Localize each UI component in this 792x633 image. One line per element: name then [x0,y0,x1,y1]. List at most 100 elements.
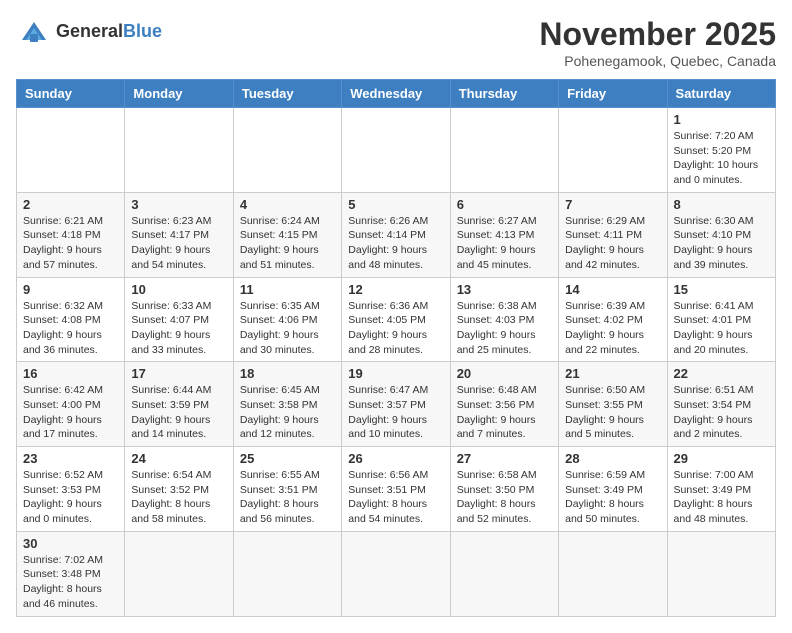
day-info: Sunrise: 6:52 AMSunset: 3:53 PMDaylight:… [23,468,118,527]
day-number: 1 [674,112,769,127]
calendar-cell: 13Sunrise: 6:38 AMSunset: 4:03 PMDayligh… [450,277,558,362]
day-number: 19 [348,366,443,381]
day-info: Sunrise: 6:48 AMSunset: 3:56 PMDaylight:… [457,383,552,442]
calendar-cell: 10 Sunrise: 6:33 AMSunset: 4:07 PMDayligh… [125,277,233,362]
calendar-cell: 27 Sunrise: 6:58 AMSunset: 3:50 PMDayligh… [450,447,558,532]
day-header-saturday: Saturday [667,80,775,108]
day-number: 16 [23,366,118,381]
day-number: 10 [131,282,226,297]
day-number: 4 [240,197,335,212]
day-number: 7 [565,197,660,212]
day-info: Sunrise: 6:45 AMSunset: 3:58 PMDaylight:… [240,383,335,442]
day-info: Sunrise: 6:39 AMSunset: 4:02 PMDaylight:… [565,299,660,358]
calendar-cell: 30Sunrise: 7:02 AMSunset: 3:48 PMDayligh… [17,531,125,616]
calendar-cell: 26Sunrise: 6:56 AMSunset: 3:51 PMDayligh… [342,447,450,532]
logo-normal: General [56,21,123,41]
day-header-friday: Friday [559,80,667,108]
calendar-cell: 29Sunrise: 7:00 AMSunset: 3:49 PMDayligh… [667,447,775,532]
day-info: Sunrise: 7:02 AMSunset: 3:48 PMDaylight:… [23,553,118,612]
calendar-week-3: 9Sunrise: 6:32 AMSunset: 4:08 PMDaylight… [17,277,776,362]
calendar-cell: 1 Sunrise: 7:20 AMSunset: 5:20 PMDaylight… [667,108,775,193]
header: GeneralBlue November 2025 Pohenegamook, … [16,16,776,69]
calendar-week-5: 23 Sunrise: 6:52 AMSunset: 3:53 PMDayligh… [17,447,776,532]
day-number: 28 [565,451,660,466]
calendar-cell: 16 Sunrise: 6:42 AMSunset: 4:00 PMDayligh… [17,362,125,447]
calendar-cell: 24Sunrise: 6:54 AMSunset: 3:52 PMDayligh… [125,447,233,532]
day-number: 5 [348,197,443,212]
calendar-cell [559,108,667,193]
calendar-cell: 14 Sunrise: 6:39 AMSunset: 4:02 PMDayligh… [559,277,667,362]
day-info: Sunrise: 6:42 AMSunset: 4:00 PMDaylight:… [23,383,118,442]
day-info: Sunrise: 6:41 AMSunset: 4:01 PMDaylight:… [674,299,769,358]
calendar-cell: 18Sunrise: 6:45 AMSunset: 3:58 PMDayligh… [233,362,341,447]
calendar-cell: 25Sunrise: 6:55 AMSunset: 3:51 PMDayligh… [233,447,341,532]
calendar-cell: 28Sunrise: 6:59 AMSunset: 3:49 PMDayligh… [559,447,667,532]
day-info: Sunrise: 6:58 AMSunset: 3:50 PMDaylight:… [457,468,552,527]
location-title: Pohenegamook, Quebec, Canada [539,53,776,69]
day-info: Sunrise: 6:50 AMSunset: 3:55 PMDaylight:… [565,383,660,442]
day-info: Sunrise: 6:21 AMSunset: 4:18 PMDaylight:… [23,214,118,273]
day-number: 3 [131,197,226,212]
day-number: 20 [457,366,552,381]
day-info: Sunrise: 6:35 AMSunset: 4:06 PMDaylight:… [240,299,335,358]
month-title: November 2025 [539,16,776,53]
day-info: Sunrise: 6:29 AMSunset: 4:11 PMDaylight:… [565,214,660,273]
calendar-cell [450,531,558,616]
calendar-cell: 20 Sunrise: 6:48 AMSunset: 3:56 PMDayligh… [450,362,558,447]
calendar-week-4: 16 Sunrise: 6:42 AMSunset: 4:00 PMDayligh… [17,362,776,447]
day-info: Sunrise: 7:20 AMSunset: 5:20 PMDaylight:… [674,129,769,188]
day-info: Sunrise: 6:24 AMSunset: 4:15 PMDaylight:… [240,214,335,273]
calendar-week-2: 2Sunrise: 6:21 AMSunset: 4:18 PMDaylight… [17,192,776,277]
day-info: Sunrise: 6:51 AMSunset: 3:54 PMDaylight:… [674,383,769,442]
calendar-cell [450,108,558,193]
day-info: Sunrise: 6:36 AMSunset: 4:05 PMDaylight:… [348,299,443,358]
calendar-cell [667,531,775,616]
day-header-sunday: Sunday [17,80,125,108]
logo-bold: Blue [123,21,162,41]
calendar-cell: 6 Sunrise: 6:27 AMSunset: 4:13 PMDaylight… [450,192,558,277]
day-info: Sunrise: 6:26 AMSunset: 4:14 PMDaylight:… [348,214,443,273]
calendar-cell: 4 Sunrise: 6:24 AMSunset: 4:15 PMDaylight… [233,192,341,277]
day-info: Sunrise: 6:33 AMSunset: 4:07 PMDaylight:… [131,299,226,358]
calendar-cell [342,108,450,193]
day-number: 23 [23,451,118,466]
day-info: Sunrise: 6:23 AMSunset: 4:17 PMDaylight:… [131,214,226,273]
day-number: 12 [348,282,443,297]
day-info: Sunrise: 6:55 AMSunset: 3:51 PMDaylight:… [240,468,335,527]
day-header-thursday: Thursday [450,80,558,108]
day-info: Sunrise: 6:56 AMSunset: 3:51 PMDaylight:… [348,468,443,527]
title-area: November 2025 Pohenegamook, Quebec, Cana… [539,16,776,69]
calendar-week-6: 30Sunrise: 7:02 AMSunset: 3:48 PMDayligh… [17,531,776,616]
calendar-cell: 23 Sunrise: 6:52 AMSunset: 3:53 PMDayligh… [17,447,125,532]
calendar-cell: 3 Sunrise: 6:23 AMSunset: 4:17 PMDaylight… [125,192,233,277]
day-info: Sunrise: 6:47 AMSunset: 3:57 PMDaylight:… [348,383,443,442]
day-number: 14 [565,282,660,297]
day-info: Sunrise: 6:30 AMSunset: 4:10 PMDaylight:… [674,214,769,273]
day-info: Sunrise: 6:54 AMSunset: 3:52 PMDaylight:… [131,468,226,527]
calendar-cell: 9Sunrise: 6:32 AMSunset: 4:08 PMDaylight… [17,277,125,362]
calendar-cell: 12 Sunrise: 6:36 AMSunset: 4:05 PMDayligh… [342,277,450,362]
calendar-cell [233,108,341,193]
calendar-cell [559,531,667,616]
calendar-cell [125,108,233,193]
day-number: 8 [674,197,769,212]
day-number: 22 [674,366,769,381]
calendar-cell [125,531,233,616]
day-number: 27 [457,451,552,466]
day-info: Sunrise: 6:27 AMSunset: 4:13 PMDaylight:… [457,214,552,273]
day-number: 21 [565,366,660,381]
day-info: Sunrise: 6:38 AMSunset: 4:03 PMDaylight:… [457,299,552,358]
day-number: 15 [674,282,769,297]
logo: GeneralBlue [16,16,162,46]
calendar-cell: 11Sunrise: 6:35 AMSunset: 4:06 PMDayligh… [233,277,341,362]
day-number: 6 [457,197,552,212]
day-info: Sunrise: 6:32 AMSunset: 4:08 PMDaylight:… [23,299,118,358]
day-number: 29 [674,451,769,466]
calendar-cell: 5 Sunrise: 6:26 AMSunset: 4:14 PMDaylight… [342,192,450,277]
calendar-cell: 21 Sunrise: 6:50 AMSunset: 3:55 PMDayligh… [559,362,667,447]
calendar-cell: 2Sunrise: 6:21 AMSunset: 4:18 PMDaylight… [17,192,125,277]
day-number: 17 [131,366,226,381]
day-info: Sunrise: 6:44 AMSunset: 3:59 PMDaylight:… [131,383,226,442]
calendar-week-1: 1 Sunrise: 7:20 AMSunset: 5:20 PMDaylight… [17,108,776,193]
day-header-monday: Monday [125,80,233,108]
